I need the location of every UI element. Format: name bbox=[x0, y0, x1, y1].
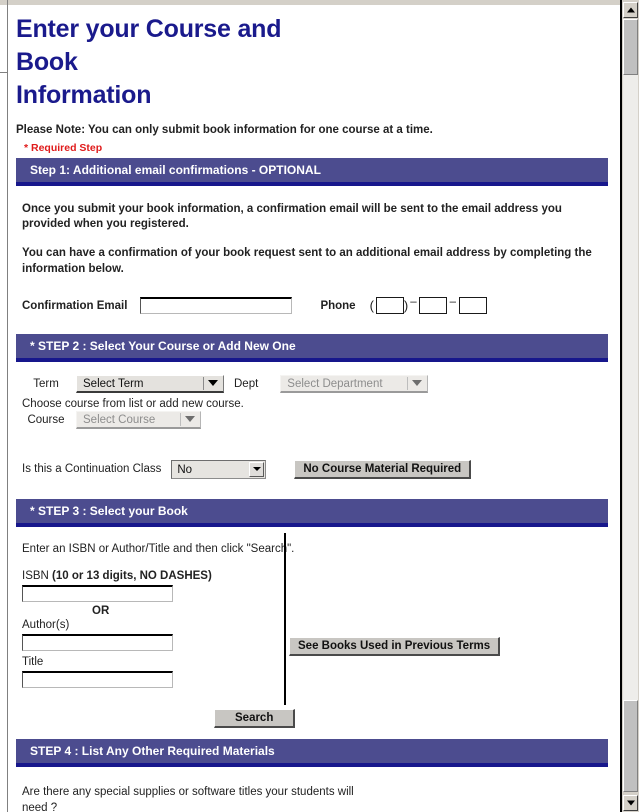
term-select[interactable]: Select Term bbox=[76, 374, 224, 393]
step1-header: Step 1: Additional email confirmations -… bbox=[16, 158, 608, 186]
chevron-down-icon bbox=[412, 380, 423, 387]
step3-body: Enter an ISBN or Author/Title and then c… bbox=[8, 527, 616, 739]
step4-header: STEP 4 : List Any Other Required Materia… bbox=[16, 738, 608, 767]
continuation-class-select[interactable]: No bbox=[171, 459, 267, 479]
scroll-up-button[interactable] bbox=[623, 2, 638, 18]
document-viewport: Enter your Course and Book Information P… bbox=[0, 0, 622, 812]
step4-question-line2: need ? bbox=[22, 802, 58, 812]
course-select-value: Select Course bbox=[83, 413, 156, 426]
step1-paragraph-1: Once you submit your book information, a… bbox=[22, 203, 562, 231]
vertical-scrollbar[interactable] bbox=[621, 0, 639, 812]
scrollbar-thumb-lower[interactable] bbox=[623, 700, 638, 792]
page-title-line2: Information bbox=[16, 81, 152, 109]
authors-input[interactable] bbox=[22, 633, 173, 651]
step3-vertical-divider bbox=[284, 532, 286, 705]
step4-body: Are there any special supplies or softwa… bbox=[8, 767, 616, 812]
isbn-label-detail: (10 or 13 digits, NO DASHES) bbox=[52, 569, 212, 582]
page-title: Enter your Course and Book Information bbox=[16, 13, 346, 112]
required-step-legend: * Required Step bbox=[24, 142, 103, 154]
step3-header: * STEP 3 : Select your Book bbox=[16, 498, 608, 527]
course-hint-text: Choose course from list or add new cours… bbox=[22, 397, 244, 410]
step4-question-line1: Are there any special supplies or softwa… bbox=[22, 785, 354, 798]
phone-area-code-input[interactable] bbox=[375, 297, 404, 315]
see-books-previous-terms-button[interactable]: See Books Used in Previous Terms bbox=[289, 636, 501, 656]
page-title-line1: Enter your Course and Book bbox=[16, 15, 282, 76]
search-button[interactable]: Search bbox=[214, 708, 296, 728]
phone-dash-1: – bbox=[410, 295, 417, 308]
step3-instruction: Enter an ISBN or Author/Title and then c… bbox=[22, 542, 295, 555]
chevron-down-icon bbox=[626, 800, 635, 806]
department-select[interactable]: Select Department bbox=[280, 374, 429, 393]
department-select-value: Select Department bbox=[287, 377, 383, 390]
course-select[interactable]: Select Course bbox=[76, 410, 201, 429]
phone-prefix-input[interactable] bbox=[418, 297, 447, 315]
phone-line-number-input[interactable] bbox=[459, 297, 488, 315]
isbn-input[interactable] bbox=[22, 584, 173, 602]
chevron-down-icon bbox=[252, 467, 261, 472]
phone-close-paren: ) bbox=[403, 298, 409, 314]
course-select-arrow-box[interactable] bbox=[180, 412, 199, 426]
course-label: Course bbox=[27, 413, 65, 426]
confirmation-email-input[interactable] bbox=[140, 297, 293, 315]
title-input[interactable] bbox=[22, 670, 173, 688]
continuation-class-value: No bbox=[177, 463, 193, 476]
phone-dash-2: – bbox=[449, 295, 457, 308]
term-select-arrow-box[interactable] bbox=[203, 376, 222, 390]
scroll-down-button[interactable] bbox=[623, 795, 638, 811]
phone-label: Phone bbox=[320, 299, 356, 312]
no-course-material-required-button[interactable]: No Course Material Required bbox=[294, 459, 472, 479]
continuation-class-arrow-box[interactable] bbox=[249, 461, 265, 477]
step1-paragraph-2: You can have a confirmation of your book… bbox=[22, 247, 592, 275]
form-content: Enter your Course and Book Information P… bbox=[8, 5, 616, 812]
isbn-label: ISBN bbox=[22, 569, 53, 582]
confirmation-email-label: Confirmation Email bbox=[22, 299, 128, 312]
phone-open-paren: ( bbox=[369, 298, 374, 314]
dept-label: Dept bbox=[234, 377, 259, 390]
scrollbar-thumb-upper[interactable] bbox=[623, 19, 638, 75]
term-label: Term bbox=[33, 377, 59, 390]
chevron-up-icon bbox=[626, 7, 635, 13]
please-note-text: Please Note: You can only submit book in… bbox=[16, 124, 433, 136]
step1-body: Once you submit your book information, a… bbox=[8, 186, 616, 334]
term-select-value: Select Term bbox=[83, 377, 144, 390]
browser-window: Enter your Course and Book Information P… bbox=[0, 0, 639, 812]
or-separator-label: OR bbox=[92, 604, 110, 617]
department-select-arrow-box[interactable] bbox=[407, 376, 427, 390]
authors-label: Author(s) bbox=[22, 618, 70, 631]
frame-left-tick bbox=[0, 72, 8, 73]
continuation-class-label: Is this a Continuation Class bbox=[22, 463, 162, 476]
chevron-down-icon bbox=[185, 416, 195, 423]
scrollbar-track[interactable] bbox=[623, 75, 638, 700]
chevron-down-icon bbox=[208, 380, 218, 387]
title-label: Title bbox=[22, 655, 44, 668]
step2-header: * STEP 2 : Select Your Course or Add New… bbox=[16, 333, 608, 362]
step2-body: Term Select Term Dept Select Department bbox=[8, 362, 616, 499]
